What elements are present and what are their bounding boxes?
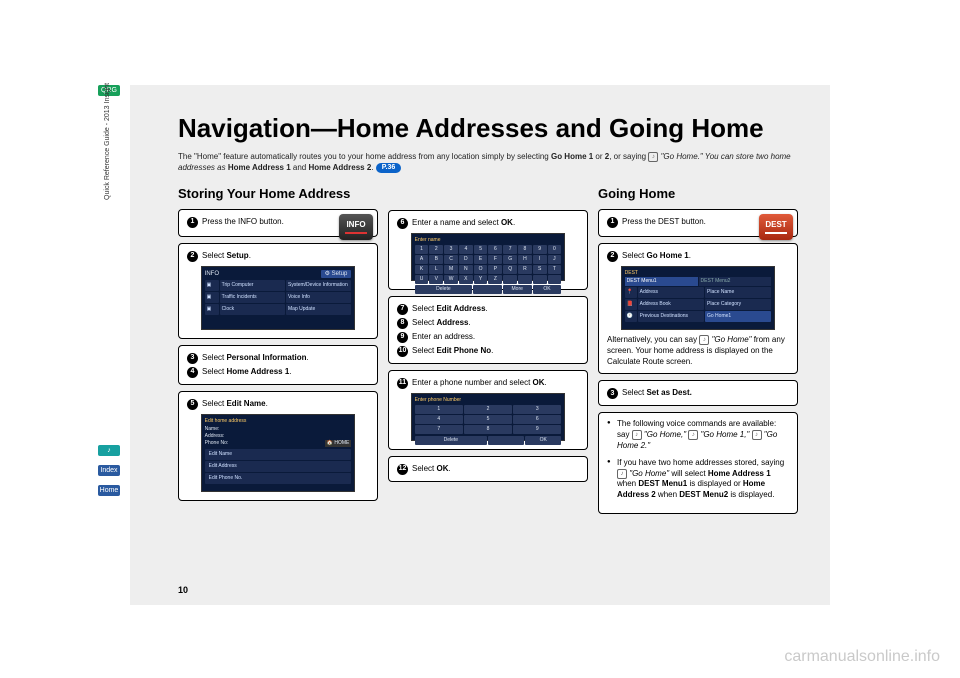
box-step3-4: 3 Select Personal Information. 4 Select Ho… (178, 345, 378, 385)
watermark: carmanualsonline.info (784, 648, 940, 666)
tab-index[interactable]: Index (98, 465, 120, 476)
voice-icon: ♪ (688, 430, 698, 440)
box-step7-10: 7 Select Edit Address. 8 Select Address. 9… (388, 296, 588, 364)
box-step1: 1Press the INFO button. INFO (178, 209, 378, 237)
dest-button-badge: DEST (759, 214, 793, 240)
step-num-3: 3 (187, 353, 198, 364)
voice-icon: ♪ (699, 335, 709, 345)
step-num-8: 8 (397, 318, 408, 329)
screenshot-enter-phone: Enter phone Number 123 456 789 DeleteOK (411, 393, 566, 441)
step9-text: Enter an address. (412, 331, 579, 342)
box-gh-step3: 3 Select Set as Dest. (598, 380, 798, 406)
step11-text: Enter a phone number and select OK. (412, 377, 579, 388)
info-button-badge: INFO (339, 214, 373, 240)
content-columns: Storing Your Home Address 1Press the INF… (178, 186, 798, 514)
step7-text: Select Edit Address. (412, 303, 579, 314)
step-num-2: 2 (187, 251, 198, 262)
gh-step-num-1: 1 (607, 217, 618, 228)
step-num-1: 1 (187, 217, 198, 228)
column-storing: Storing Your Home Address 1Press the INF… (178, 186, 378, 514)
tab-home[interactable]: Home (98, 485, 120, 496)
step-num-9: 9 (397, 332, 408, 343)
voice-icon: ♪ (752, 430, 762, 440)
tab-voice[interactable]: ♪ (98, 445, 120, 456)
gh-step2-text: Select Go Home 1. (622, 250, 789, 261)
screenshot-info-menu: INFO⚙ Setup ▣Trip ComputerSystem/Device … (201, 266, 356, 330)
step8-text: Select Address. (412, 317, 579, 328)
screenshot-edit-home: Edit home address Name: Address: Phone N… (201, 414, 356, 492)
heading-going-home: Going Home (598, 186, 798, 201)
step-num-10: 10 (397, 346, 408, 357)
page-ref-pill[interactable]: P.36 (376, 163, 402, 172)
box-gh-step2: 2 Select Go Home 1. DEST DEST Menu1DEST M… (598, 243, 798, 375)
box-step12: 12 Select OK. (388, 456, 588, 482)
step4-text: Select Home Address 1. (202, 366, 369, 377)
step12-text: Select OK. (412, 463, 579, 474)
voice-icon: ♪ (617, 469, 627, 479)
gh-bullet-1: The following voice commands are availab… (607, 419, 789, 452)
gh-step-num-3: 3 (607, 388, 618, 399)
step5-text: Select Edit Name. (202, 398, 369, 409)
voice-icon: ♪ (648, 152, 658, 162)
intro-text: The "Home" feature automatically routes … (178, 152, 798, 174)
step6-text: Enter a name and select OK. (412, 217, 579, 228)
step-num-4: 4 (187, 367, 198, 378)
gh-bullet-2: If you have two home addresses stored, s… (607, 458, 789, 501)
box-step5: 5 Select Edit Name. Edit home address Nam… (178, 391, 378, 501)
step3-text: Select Personal Information. (202, 352, 369, 363)
voice-icon: ♪ (632, 430, 642, 440)
step-num-5: 5 (187, 399, 198, 410)
column-going-home: Going Home 1Press the DEST button. DEST … (598, 186, 798, 514)
gh-alt-text: Alternatively, you can say ♪ "Go Home" f… (607, 334, 789, 368)
step-num-6: 6 (397, 218, 408, 229)
step-num-12: 12 (397, 464, 408, 475)
screenshot-dest-menu: DEST DEST Menu1DEST Menu2 📍AddressPlace … (621, 266, 776, 330)
step2-text: Select Setup. (202, 250, 369, 261)
step10-text: Select Edit Phone No. (412, 345, 579, 356)
guide-label: Quick Reference Guide - 2013 Insight (104, 0, 111, 200)
column-middle: 6 Enter a name and select OK. Enter name … (388, 186, 588, 514)
gh-step3-text: Select Set as Dest. (622, 387, 789, 398)
page-number: 10 (178, 585, 188, 595)
step-num-7: 7 (397, 304, 408, 315)
box-gh-notes: The following voice commands are availab… (598, 412, 798, 514)
box-gh-step1: 1Press the DEST button. DEST (598, 209, 798, 237)
box-step6: 6 Enter a name and select OK. Enter name … (388, 210, 588, 290)
step-num-11: 11 (397, 378, 408, 389)
box-step11: 11 Enter a phone number and select OK. En… (388, 370, 588, 450)
box-step2: 2 Select Setup. INFO⚙ Setup ▣Trip Compute… (178, 243, 378, 339)
heading-storing: Storing Your Home Address (178, 186, 378, 201)
page-title: Navigation—Home Addresses and Going Home (178, 113, 798, 144)
manual-page: QRG ♪ Index Home Quick Reference Guide -… (130, 85, 830, 605)
screenshot-enter-name: Enter name 1234567890 ABCDEFGHIJ KLMNOPQ… (411, 233, 566, 281)
gh-step-num-2: 2 (607, 251, 618, 262)
